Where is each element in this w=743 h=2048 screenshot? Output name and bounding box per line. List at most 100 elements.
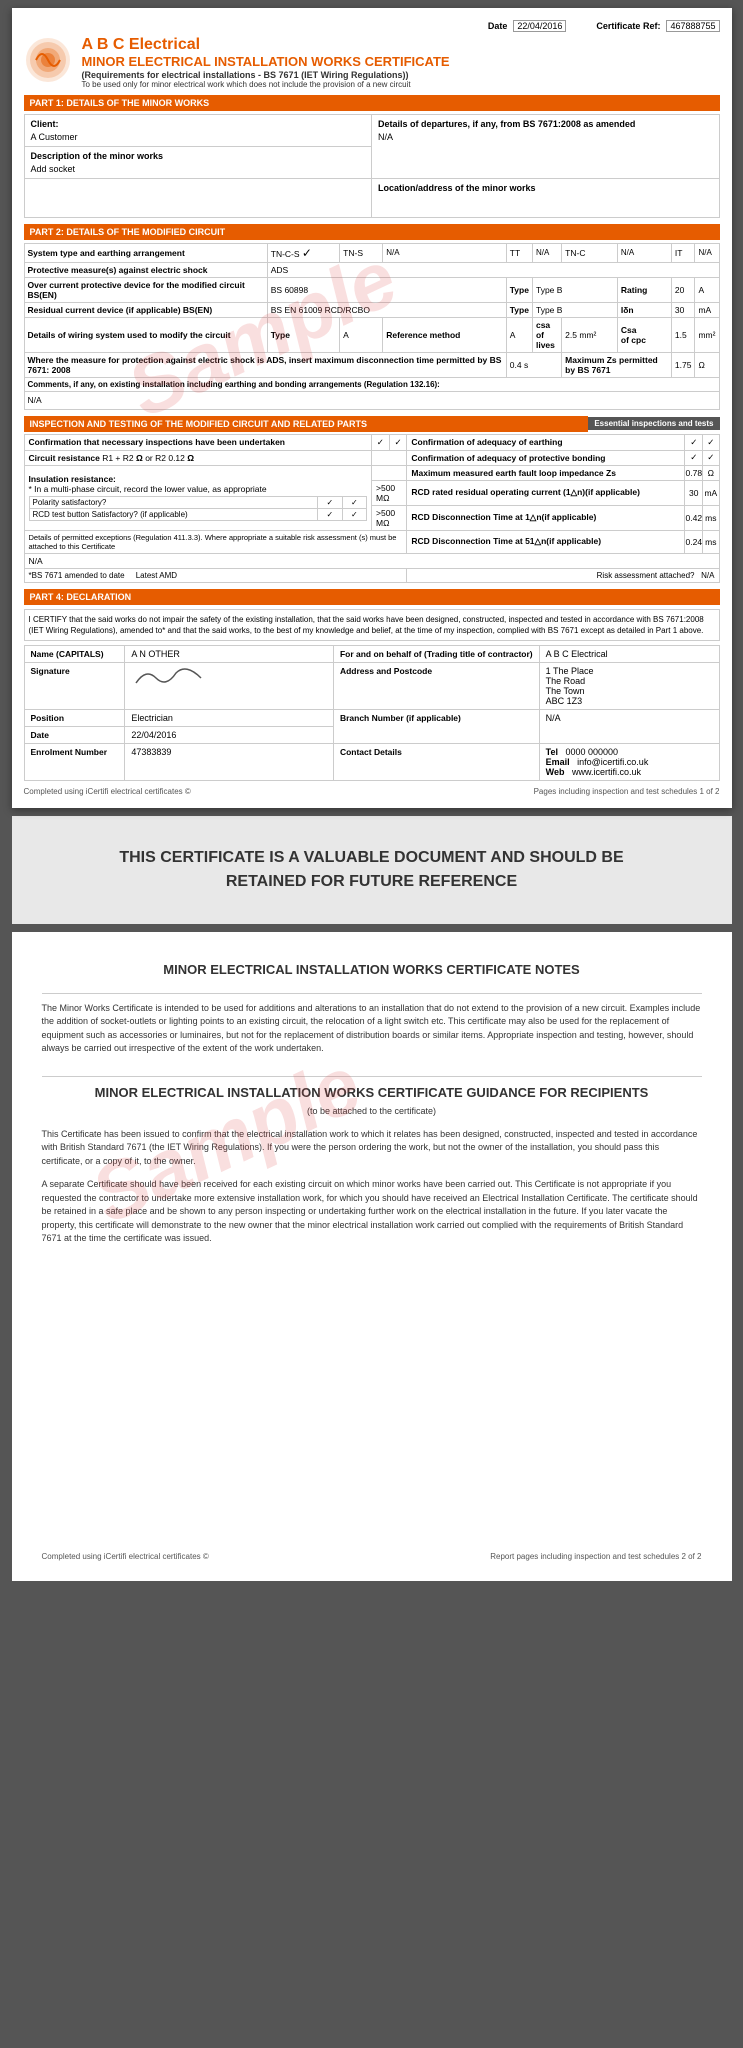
insulation-resistance: Insulation resistance: * In a multi-phas… — [24, 465, 372, 530]
max-zs: Maximum measured earth fault loop impeda… — [407, 465, 685, 480]
earthing-confirmed: Confirmation of adequacy of earthing — [407, 434, 685, 450]
web-row: Web www.icertifi.co.uk — [546, 767, 713, 777]
wiring-type-value: A — [340, 317, 383, 352]
part3-header-row: INSPECTION AND TESTING OF THE MODIFIED C… — [24, 416, 720, 432]
cert-note: To be used only for minor electrical wor… — [82, 80, 720, 89]
part2-header: PART 2: DETAILS OF THE MODIFIED CIRCUIT — [24, 224, 720, 240]
client-value: A Customer — [31, 132, 366, 142]
cert-subtitle: (Requirements for electrical installatio… — [82, 70, 720, 80]
measure-label: Where the measure for protection against… — [24, 352, 506, 377]
address-line3: The Town — [546, 686, 713, 696]
page3-footer: Completed using iCertifi electrical cert… — [42, 1552, 702, 1561]
enrolment-label: Enrolment Number — [31, 747, 108, 757]
rcd-type-value: Type B — [532, 302, 617, 317]
date-value-p4: 22/04/2016 — [131, 730, 176, 740]
position-value: Electrician — [131, 713, 173, 723]
system-type-label: System type and earthing arrangement — [24, 243, 267, 262]
system-tncs: TN-C-S ✓ — [267, 243, 339, 262]
rcd-disconnection-1: RCD Disconnection Time at 1△n(if applica… — [407, 505, 685, 530]
notes-title: MINOR ELECTRICAL INSTALLATION WORKS CERT… — [42, 962, 702, 977]
behalf-value: A B C Electrical — [546, 649, 608, 659]
overcurrent-rating-value: 20 — [671, 277, 695, 302]
protective-label: Protective measure(s) against electric s… — [24, 262, 267, 277]
part2-system-table: System type and earthing arrangement TN-… — [24, 243, 720, 410]
position-label: Position — [31, 713, 65, 723]
footer3-left: Completed using iCertifi electrical cert… — [42, 1552, 209, 1561]
footer1-left: Completed using iCertifi electrical cert… — [24, 787, 191, 796]
page1-footer: Completed using iCertifi electrical cert… — [24, 787, 720, 796]
enrolment-value: 47383839 — [131, 747, 171, 757]
contact-label: Contact Details — [340, 747, 402, 757]
live-earth: >500 MΩ — [372, 505, 407, 530]
rcd-idn-unit: mA — [695, 302, 719, 317]
rcd-test-satisfactory: RCD test button Satisfactory? (if applic… — [29, 509, 318, 521]
name-value: A N OTHER — [131, 649, 180, 659]
live-live: >500 MΩ — [372, 480, 407, 505]
rcd-bs: BS EN 61009 RCD/RCBO — [267, 302, 506, 317]
rcd-idn-value: 30 — [671, 302, 695, 317]
date-label-p4: Date — [31, 730, 49, 740]
tel-value: 0000 000000 — [565, 747, 618, 757]
essential-tests-label: Essential inspections and tests — [588, 417, 719, 430]
page-2-banner: THIS CERTIFICATE IS A VALUABLE DOCUMENT … — [12, 816, 732, 924]
part4-header: PART 4: DECLARATION — [24, 589, 720, 605]
measure-value: 0.4 — [510, 360, 522, 370]
overcurrent-rating-unit: A — [695, 277, 719, 302]
client-label: Client: — [31, 119, 366, 129]
exceptions-note: Details of permitted exceptions (Regulat… — [24, 530, 407, 553]
risk-assessment-row: Risk assessment attached? N/A — [407, 568, 719, 582]
address-line2: The Road — [546, 676, 713, 686]
signature-image — [131, 666, 327, 691]
comments-value: N/A — [28, 395, 42, 405]
part1-header: PART 1: DETAILS OF THE MINOR WORKS — [24, 95, 720, 111]
bonding-confirmed: Confirmation of adequacy of protective b… — [407, 450, 685, 465]
comments-label: Comments, if any, on existing installati… — [28, 380, 440, 389]
description-value: Add socket — [31, 164, 366, 174]
email-row: Email info@icertifi.co.uk — [546, 757, 713, 767]
notes-body: The Minor Works Certificate is intended … — [42, 1002, 702, 1056]
wiring-label: Details of wiring system used to modify … — [24, 317, 267, 352]
company-name: A B C Electrical — [82, 36, 720, 54]
cert-title: MINOR ELECTRICAL INSTALLATION WORKS CERT… — [82, 54, 720, 70]
guidance-subtitle: (to be attached to the certificate) — [42, 1106, 702, 1116]
rcd-disconnection-5: RCD Disconnection Time at 51△n(if applic… — [407, 530, 685, 553]
rcd-label: Residual current device (if applicable) … — [24, 302, 267, 317]
page-1: Sample Date 22/04/2016 Certificate Ref: … — [12, 8, 732, 808]
wiring-cpc-value: 1.5 — [675, 330, 687, 340]
polarity-satisfactory: Polarity satisfactory? — [29, 497, 318, 509]
title-block: A B C Electrical MINOR ELECTRICAL INSTAL… — [82, 36, 720, 89]
circuit-resistance: Circuit resistance R1 + R2 Ω or R2 0.12 … — [24, 450, 372, 465]
part3-header: INSPECTION AND TESTING OF THE MODIFIED C… — [24, 416, 589, 432]
guidance-body1: This Certificate has been issued to conf… — [42, 1128, 702, 1246]
overcurrent-type-value: Type B — [536, 285, 562, 295]
wiring-csa-value: 2.5 — [565, 330, 577, 340]
date-field: Date 22/04/2016 — [488, 20, 567, 32]
overcurrent-bs: BS 60898 — [271, 285, 308, 295]
description-label: Description of the minor works — [31, 151, 366, 161]
max-zs-value: 1.75 — [671, 352, 695, 377]
guidance-title: MINOR ELECTRICAL INSTALLATION WORKS CERT… — [42, 1085, 702, 1100]
bs7671-row: *BS 7671 amended to date Latest AMD — [24, 568, 407, 582]
cert-ref-value: 467888755 — [666, 20, 719, 32]
address-label: Address and Postcode — [340, 666, 432, 676]
rcd-rated-current: RCD rated residual operating current (1△… — [407, 480, 685, 505]
footer1-right: Pages including inspection and test sche… — [534, 787, 720, 796]
name-label: Name (CAPITALS) — [31, 649, 104, 659]
logo-title-area: A B C Electrical MINOR ELECTRICAL INSTAL… — [24, 36, 720, 89]
signature-table: Name (CAPITALS) A N OTHER For and on beh… — [24, 645, 720, 781]
behalf-label: For and on behalf of (Trading title of c… — [340, 649, 533, 659]
tel-row: Tel 0000 000000 — [546, 747, 713, 757]
system-tns: TN-S — [340, 243, 383, 262]
cert-ref-label: Certificate Ref: — [596, 21, 660, 31]
date-label: Date — [488, 21, 508, 31]
web-value: www.icertifi.co.uk — [572, 767, 641, 777]
address-line4: ABC 1Z3 — [546, 696, 713, 706]
page-3: Sample MINOR ELECTRICAL INSTALLATION WOR… — [12, 932, 732, 1581]
location-label: Location/address of the minor works — [378, 183, 713, 193]
cert-ref-field: Certificate Ref: 467888755 — [596, 20, 719, 32]
overcurrent-label: Over current protective device for the m… — [24, 277, 267, 302]
departures-value: N/A — [378, 132, 713, 142]
branch-label: Branch Number (if applicable) — [340, 713, 461, 723]
footer3-right: Report pages including inspection and te… — [490, 1552, 701, 1561]
date-value: 22/04/2016 — [513, 20, 566, 32]
